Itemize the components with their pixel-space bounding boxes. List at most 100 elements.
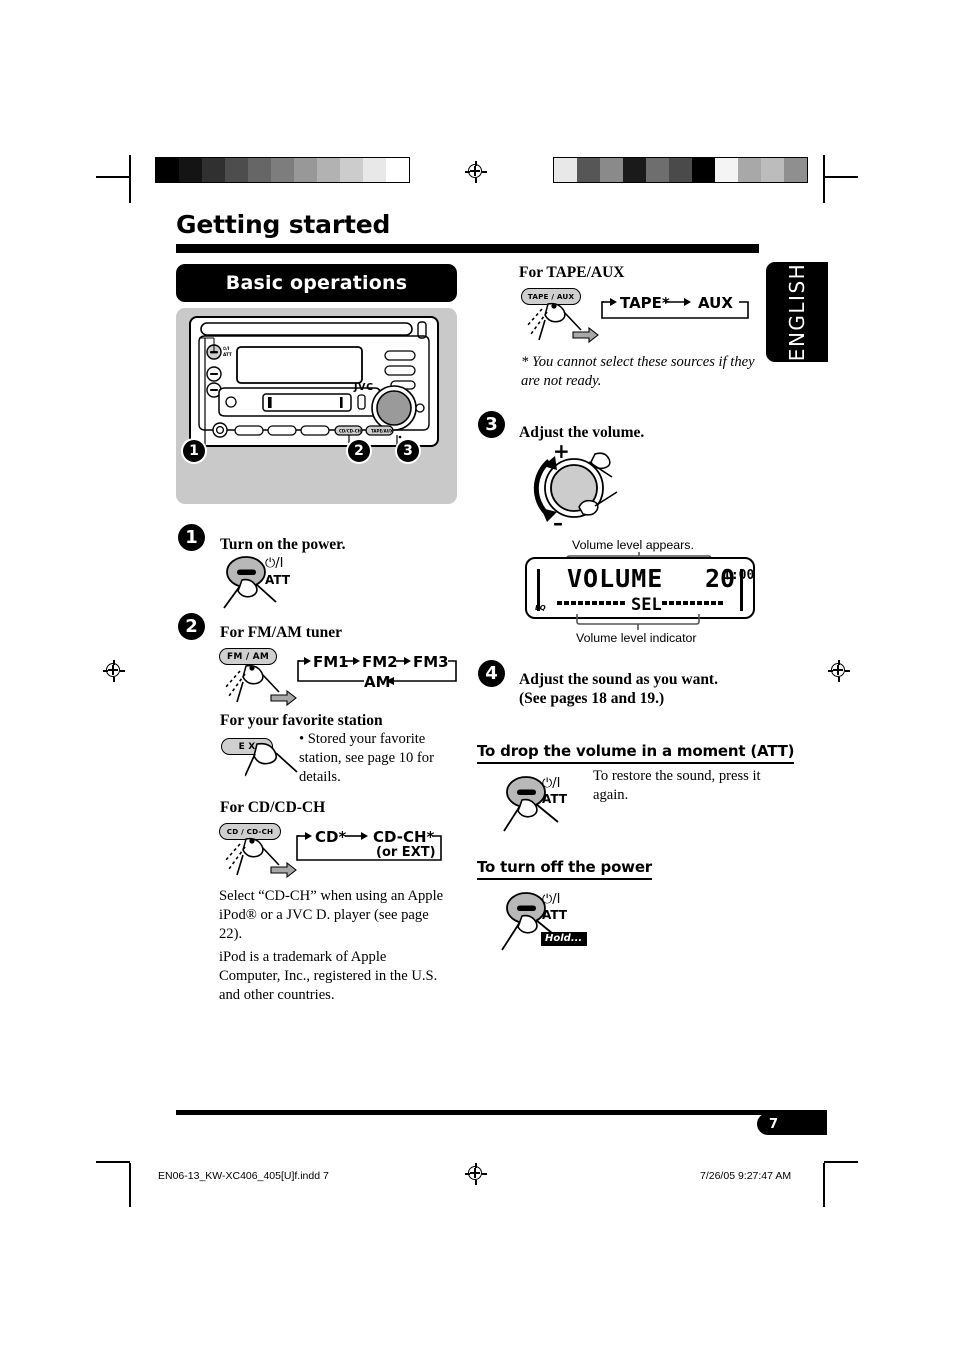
hold-tag: Hold...: [541, 932, 588, 946]
tape-aux-flow-diagram: TAPE* AUX: [601, 294, 749, 319]
registration-mark-top: [465, 161, 487, 183]
volume-knob-illustration: + –: [533, 442, 618, 534]
lcd-main-text: VOLUME: [567, 564, 664, 593]
manual-page: Getting started Basic operations ENGLISH…: [0, 0, 954, 1351]
color-swatch-4: [248, 158, 271, 182]
step-1-heading: Turn on the power.: [220, 536, 346, 553]
lcd-eq-indicator: EQ: [535, 604, 546, 612]
svg-text:CD-CH*: CD-CH*: [373, 828, 435, 846]
favorite-station-heading: For your favorite station: [220, 712, 383, 729]
page-number-badge: 7: [757, 1113, 827, 1135]
volume-caption-bottom: Volume level indicator: [576, 631, 697, 645]
color-swatch-4: [646, 158, 669, 182]
step-4-number: 4: [478, 660, 505, 687]
color-calibration-bar-left: [155, 157, 410, 183]
color-swatch-5: [271, 158, 294, 182]
svg-text:TAPE*: TAPE*: [620, 294, 670, 312]
color-swatch-1: [577, 158, 600, 182]
color-swatch-8: [340, 158, 363, 182]
power-button-label-att-step1: ATT: [265, 573, 291, 587]
svg-text:(or EXT): (or EXT): [376, 845, 436, 860]
favorite-station-note: • Stored your favorite station, see page…: [299, 731, 434, 785]
color-swatch-8: [738, 158, 761, 182]
step-1-number: 1: [178, 524, 205, 551]
color-swatch-9: [761, 158, 784, 182]
lcd-level-bar-left: [557, 601, 625, 605]
crop-mark-top-right-v: [823, 155, 825, 203]
cd-flow-diagram: CD* CD-CH* (or EXT): [296, 828, 442, 861]
att-note: To restore the sound, press it again.: [593, 768, 761, 803]
page-number-label: 7: [769, 1116, 779, 1132]
svg-text:AUX: AUX: [698, 294, 733, 312]
step-4-heading-line2: (See pages 18 and 19.): [519, 690, 665, 707]
print-footer-filename: EN06-13_KW-XC406_405[U]f.indd 7: [158, 1170, 329, 1182]
svg-text:CD*: CD*: [315, 828, 346, 846]
color-swatch-7: [715, 158, 738, 182]
tape-aux-heading: For TAPE/AUX: [519, 264, 625, 281]
volume-caption-bracket-bottom: [576, 614, 700, 630]
lcd-display: VOLUME 20 1:00 SEL EQ: [525, 557, 755, 619]
footer-rule: [176, 1110, 827, 1115]
svg-text:FM3: FM3: [413, 653, 449, 671]
crop-mark-top-left-h: [96, 176, 130, 178]
color-swatch-2: [600, 158, 623, 182]
crop-mark-bottom-right-h: [824, 1161, 858, 1163]
svg-text:+: +: [553, 442, 570, 463]
color-swatch-3: [623, 158, 646, 182]
power-button-label-att-power-off: ATT: [542, 908, 568, 922]
crop-mark-top-left-v: [129, 155, 131, 203]
cd-section-heading: For CD/CD-CH: [220, 799, 326, 816]
page-title: Getting started: [176, 210, 391, 239]
device-callout-2: 2: [348, 440, 370, 462]
power-button-label-symbol-att: ⏻/I: [542, 776, 561, 791]
color-swatch-7: [317, 158, 340, 182]
power-button-label-symbol-step1: ⏻/I: [265, 556, 284, 571]
device-front-panel-drawing: ⏻/I ATT JVC CD/CD-CH TAPE/AUX: [189, 316, 439, 447]
color-swatch-3: [225, 158, 248, 182]
svg-text:FM1: FM1: [313, 653, 349, 671]
section-header-label: Basic operations: [225, 272, 408, 294]
color-swatch-10: [784, 158, 807, 182]
color-swatch-10: [386, 158, 409, 182]
lcd-sel-indicator: SEL: [631, 595, 662, 615]
svg-text:CD/CD-CH: CD/CD-CH: [339, 428, 361, 433]
registration-mark-left: [103, 660, 125, 682]
crop-mark-bottom-left-v: [129, 1163, 131, 1207]
att-section-heading: To drop the volume in a moment (ATT): [477, 742, 795, 764]
svg-text:⏻/I: ⏻/I: [223, 346, 230, 351]
volume-caption-top: Volume level appears.: [572, 538, 694, 552]
color-swatch-5: [669, 158, 692, 182]
color-swatch-0: [554, 158, 577, 182]
title-rule: [176, 244, 759, 253]
color-swatch-9: [363, 158, 386, 182]
svg-text:ATT: ATT: [223, 352, 232, 357]
crop-mark-bottom-left-h: [96, 1161, 130, 1163]
registration-mark-bottom: [465, 1163, 487, 1185]
step-2-heading: For FM/AM tuner: [220, 624, 342, 641]
fm-am-flow-diagram: FM1 FM2 FM3 AM: [297, 653, 457, 691]
step-4-heading-line1: Adjust the sound as you want.: [519, 671, 718, 688]
color-swatch-2: [202, 158, 225, 182]
svg-text:JVC: JVC: [353, 382, 374, 393]
tape-aux-footnote: * You cannot select these sources if the…: [521, 354, 755, 389]
svg-text:FM2: FM2: [362, 653, 398, 671]
cd-paragraph-2: iPod is a trademark of Apple Computer, I…: [219, 949, 438, 1003]
print-footer-timestamp: 7/26/05 9:27:47 AM: [700, 1170, 792, 1182]
power-off-section-heading: To turn off the power: [477, 858, 652, 880]
color-calibration-bar-right: [553, 157, 808, 183]
color-swatch-1: [179, 158, 202, 182]
step-3-heading: Adjust the volume.: [519, 424, 645, 441]
svg-text:AM: AM: [364, 673, 391, 691]
power-button-label-att: ATT: [542, 792, 568, 806]
language-tab-label: ENGLISH: [785, 262, 809, 362]
power-button-label-symbol-power-off: ⏻/I: [542, 892, 561, 907]
language-tab: ENGLISH: [766, 262, 828, 362]
crop-mark-bottom-right-v: [823, 1163, 825, 1207]
registration-mark-right: [828, 660, 850, 682]
device-callout-1: 1: [183, 440, 205, 462]
svg-text:–: –: [553, 511, 563, 534]
device-illustration: ⏻/I ATT JVC CD/CD-CH TAPE/AUX 1 2 3: [176, 308, 457, 504]
color-swatch-0: [156, 158, 179, 182]
lcd-level-bar-right: [662, 601, 724, 605]
lcd-clock: 1:00: [723, 568, 755, 583]
